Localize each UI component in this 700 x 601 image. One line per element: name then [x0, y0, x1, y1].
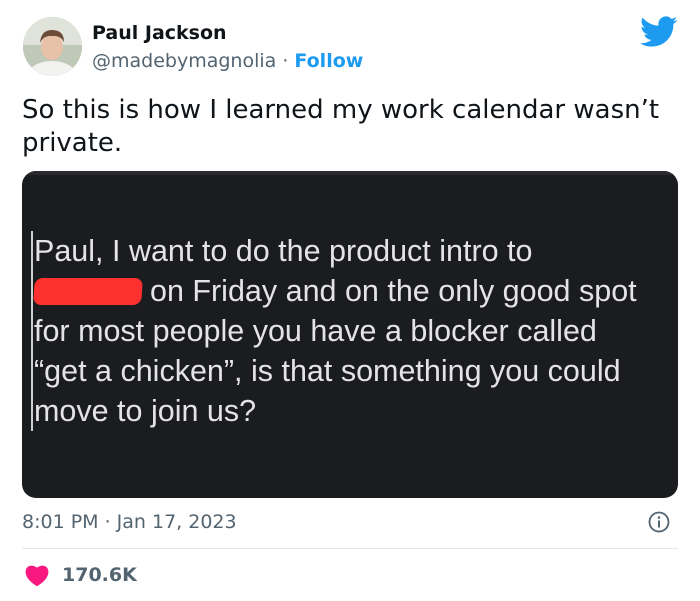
author-name[interactable]: Paul Jackson [92, 22, 227, 44]
image-top-edge [22, 171, 678, 175]
message-line-1: Paul, I want to do the product intro to [34, 234, 533, 268]
message-line-2: on Friday and on the only good spot [33, 271, 674, 311]
info-icon[interactable] [648, 511, 670, 533]
message-line-2-text: on Friday and on the only good spot [150, 274, 637, 308]
text-cursor-bar [31, 231, 33, 431]
like-button[interactable]: 170.6K [24, 563, 137, 587]
avatar[interactable] [23, 17, 82, 76]
tweet-timestamp[interactable]: 8:01 PM · Jan 17, 2023 [22, 511, 237, 533]
author-handle-row: @madebymagnolia · Follow [92, 50, 363, 72]
follow-button[interactable]: Follow [294, 50, 363, 72]
redaction-mark [33, 278, 143, 305]
message-line-5: move to join us? [34, 394, 257, 428]
separator: · [276, 50, 295, 72]
message-line-4: “get a chicken”, is that something you c… [34, 354, 621, 388]
heart-icon [25, 565, 49, 587]
tweet-image[interactable]: Paul, I want to do the product intro to … [22, 171, 678, 498]
author-handle[interactable]: @madebymagnolia [92, 50, 276, 72]
tweet-text: So this is how I learned my work calenda… [22, 95, 660, 158]
divider [22, 548, 678, 549]
like-count: 170.6K [62, 564, 137, 586]
twitter-bird-icon[interactable] [640, 16, 678, 48]
calendar-message: Paul, I want to do the product intro to … [31, 231, 674, 431]
message-line-3: for most people you have a blocker calle… [34, 314, 597, 348]
